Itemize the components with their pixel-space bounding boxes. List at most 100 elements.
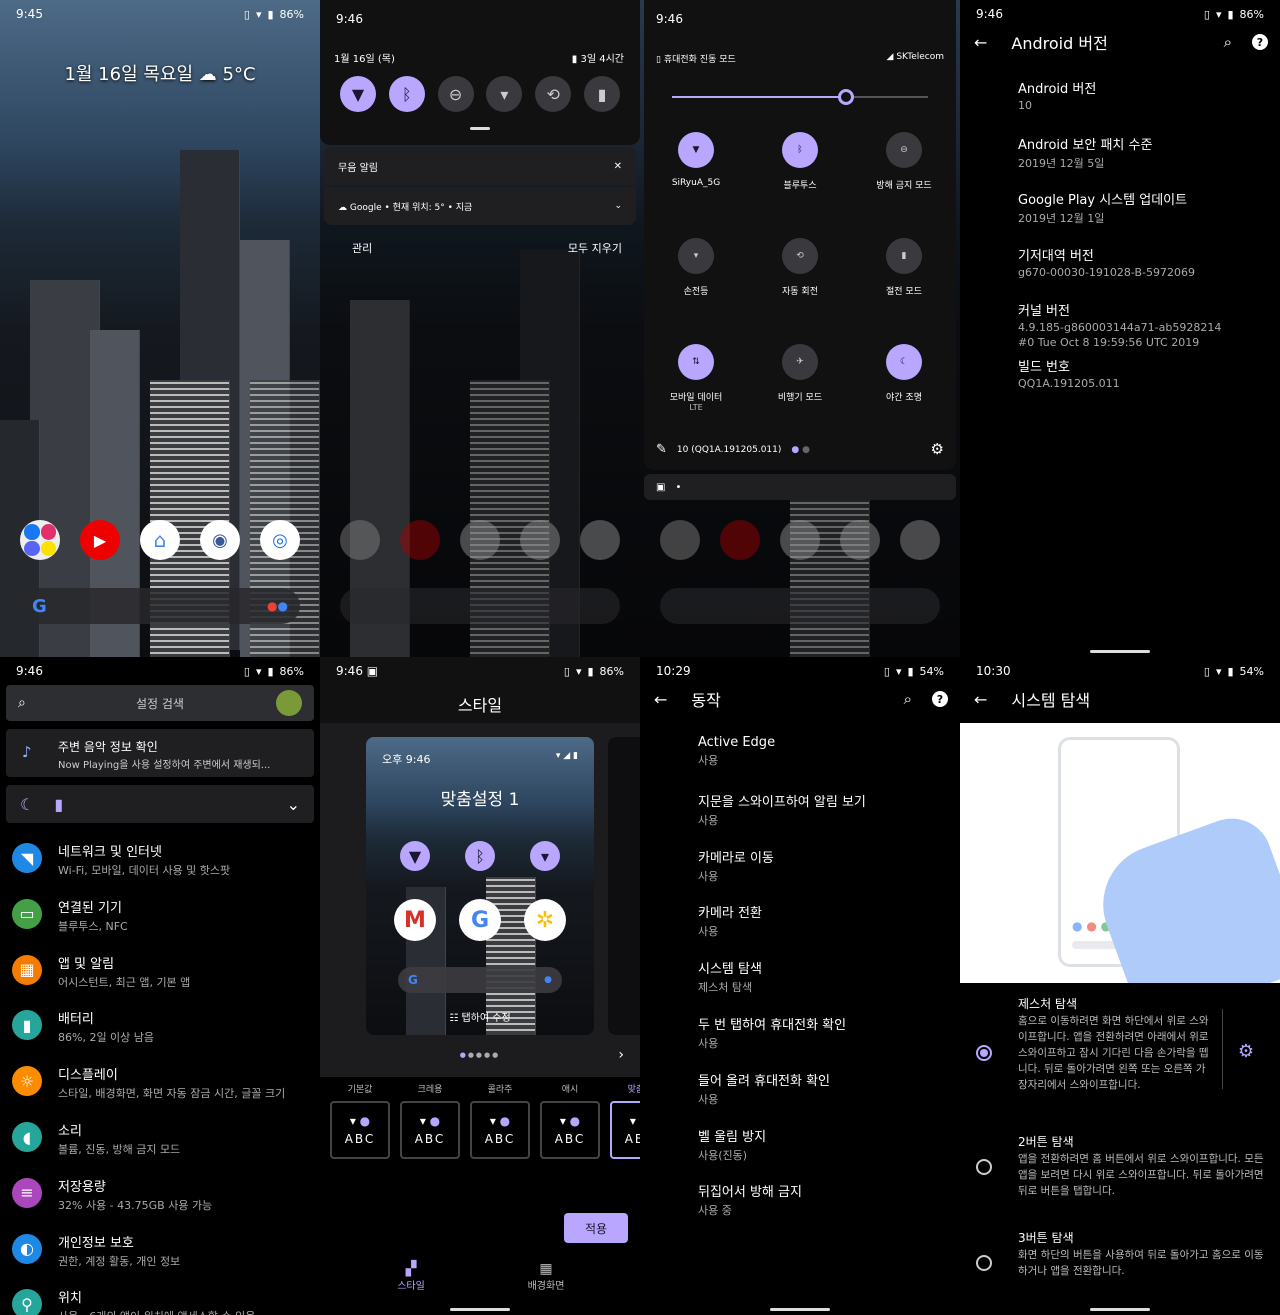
settings-item[interactable]: ▮ 배터리 86%, 2일 이상 남음 (0, 1008, 320, 1058)
settings-item[interactable]: ⚲위치사용 - 6개의 앱이 위치에 액세스할 수 있음 (0, 1287, 320, 1315)
brightness-slider[interactable] (672, 89, 928, 105)
style-option[interactable]: 기본값 ▾ ● ABC (330, 1081, 390, 1159)
assistant-icon[interactable]: ●● (267, 599, 288, 613)
settings-search-bar[interactable]: ⌕ 설정 검색 (6, 685, 314, 721)
youtube-music-icon[interactable]: ▶ (80, 520, 120, 560)
mode-chips-card[interactable]: ☾ ▮ ⌄ (6, 785, 314, 823)
style-option[interactable]: 애시 ▾ ● ABC (540, 1081, 600, 1159)
version-item[interactable]: 빌드 번호 QQ1A.191205.011 (960, 356, 1280, 390)
back-arrow-icon[interactable]: ← (974, 690, 987, 709)
next-preview-card[interactable] (608, 737, 640, 1035)
drag-handle[interactable] (470, 127, 490, 130)
google-search-bar[interactable]: G ●● (20, 588, 300, 624)
navigation-option[interactable]: 3버튼 탐색 화면 하단의 버튼을 사용하여 뒤로 돌아가고 홈으로 이동하거나 … (960, 1229, 1280, 1279)
wifi-tile[interactable]: ▼ (340, 76, 376, 112)
notif-dock (340, 520, 620, 560)
quick-tile[interactable]: ᛒ 블루투스 (748, 132, 852, 208)
dnd-tile[interactable]: ⊖ (437, 76, 474, 112)
quick-tile[interactable]: ▼ SiRyuA_5G (644, 132, 748, 208)
version-item[interactable]: Android 보안 패치 수준 2019년 12월 5일 (960, 134, 1280, 171)
gesture-item[interactable]: 시스템 탐색 제스처 탐색 (640, 958, 960, 995)
version-item[interactable]: Google Play 시스템 업데이트 2019년 12월 1일 (960, 189, 1280, 226)
chevron-right-icon[interactable]: › (618, 1047, 624, 1063)
quick-tile[interactable]: ⟲ 자동 회전 (748, 238, 852, 314)
help-icon[interactable]: ? (932, 691, 948, 707)
gesture-item[interactable]: Active Edge 사용 (640, 735, 960, 768)
radio-button[interactable] (976, 1159, 992, 1175)
quick-tile[interactable]: ✈ 비행기 모드 (748, 344, 852, 420)
gear-icon[interactable]: ⚙ (931, 440, 944, 458)
gear-icon[interactable]: ⚙ (1238, 1041, 1254, 1062)
search-icon[interactable]: ⌕ (1224, 33, 1232, 51)
night-mode-icon[interactable]: ☾ (20, 795, 34, 814)
close-icon[interactable]: ✕ (614, 161, 622, 172)
gesture-bar[interactable] (450, 1308, 510, 1311)
vibrate-icon[interactable]: ▮ (54, 795, 63, 814)
edit-icon[interactable]: ✎ (656, 442, 667, 457)
navigation-option[interactable]: 2버튼 탐색 앱을 전환하려면 홈 버튼에서 위로 스와이프합니다. 모든 앱을 … (960, 1133, 1280, 1199)
rotate-tile[interactable]: ⟲ (535, 76, 572, 112)
gesture-item[interactable]: 카메라 전환 사용 (640, 902, 960, 939)
gesture-item[interactable]: 벨 울림 방지 사용(진동) (640, 1126, 960, 1163)
version-item[interactable]: 기저대역 버전 g670-00030-191028-B-5972069 (960, 245, 1280, 279)
folder-social[interactable] (20, 520, 60, 560)
settings-item[interactable]: ◥ 네트워크 및 인터넷 Wi-Fi, 모바일, 데이터 사용 및 핫스팟 (0, 841, 320, 891)
gesture-item[interactable]: 두 번 탭하여 휴대전화 확인 사용 (640, 1014, 960, 1051)
tab-style[interactable]: ▞ 스타일 (396, 1261, 426, 1292)
style-option[interactable]: 콜라주 ▾ ● ABC (470, 1081, 530, 1159)
quick-tile[interactable]: ☾ 야간 조명 (852, 344, 956, 420)
gesture-item[interactable]: 카메라로 이동 사용 (640, 847, 960, 884)
camera-icon[interactable]: ◎ (260, 520, 300, 560)
media-notification[interactable]: ▣ • (644, 474, 956, 500)
version-item[interactable]: Android 버전 10 (960, 78, 1280, 112)
weather-notification[interactable]: ☁ Google • 현재 위치: 5° • 지금 ⌄ (324, 187, 636, 225)
gesture-bar[interactable] (1090, 650, 1150, 653)
search-icon[interactable]: ⌕ (904, 690, 912, 708)
tab-wallpaper[interactable]: ▦ 배경화면 (526, 1261, 566, 1292)
date-weather-widget[interactable]: 1월 16일 목요일 ☁ 5°C (0, 60, 320, 86)
gesture-item[interactable]: 뒤집어서 방해 금지 사용 중 (640, 1181, 960, 1218)
clear-all-button[interactable]: 모두 지우기 (568, 240, 622, 256)
radio-button[interactable] (976, 1045, 992, 1061)
style-preview-card[interactable]: 오후 9:46 ▾ ◢ ▮ 맞춤설정 1 ▼ ᛒ ▾ M G ✲ G ● ☷ 탭하여 … (366, 737, 594, 1035)
settings-item[interactable]: ◐ 개인정보 보호 권한, 계정 활동, 개인 정보 (0, 1232, 320, 1282)
gesture-item[interactable]: 들어 올려 휴대전화 확인 사용 (640, 1070, 960, 1107)
system-navigation-panel: 10:30 ▯ ▾ ▮ 54% ← 시스템 탐색 ● ● ● 제스처 탐색 홈으로 이동하… (960, 657, 1280, 1315)
now-playing-card[interactable]: ♪ 주변 음악 정보 확인 Now Playing을 사용 설정하여 주변에서 … (6, 729, 314, 777)
navigation-option[interactable]: 제스처 탐색 홈으로 이동하려면 화면 하단에서 위로 스와이프합니다. 앱을 전… (960, 995, 1222, 1093)
version-item[interactable]: 커널 버전 4.9.185-g860003144a71-ab5928214 #0 T… (960, 300, 1280, 349)
dnd-icon: ⊖ (448, 84, 463, 104)
quick-tile[interactable]: ▾ 손전등 (644, 238, 748, 314)
quick-tile[interactable]: ⇅ 모바일 데이터 LTE (644, 344, 748, 420)
quick-tile[interactable]: ⊖ 방해 금지 모드 (852, 132, 956, 208)
bluetooth-tile[interactable]: ᛒ (388, 76, 425, 112)
style-option[interactable]: 크레용 ▾ ● ABC (400, 1081, 460, 1159)
chevron-down-icon[interactable]: ⌄ (287, 795, 300, 814)
settings-item[interactable]: ▭ 연결된 기기 블루투스, NFC (0, 897, 320, 947)
back-arrow-icon[interactable]: ← (654, 690, 667, 709)
apply-button[interactable]: 적용 (564, 1213, 628, 1243)
brightness-thumb[interactable] (838, 89, 855, 105)
help-icon[interactable]: ? (1252, 34, 1268, 50)
radio-button[interactable] (976, 1255, 992, 1271)
style-option[interactable]: 맞춤설▾ ●ABC (610, 1081, 640, 1159)
gesture-item[interactable]: 지문을 스와이프하여 알림 보기 사용 (640, 791, 960, 828)
status-bar: 10:30 ▯ ▾ ▮ 54% (976, 664, 1264, 678)
manage-button[interactable]: 관리 (352, 240, 372, 256)
gesture-bar[interactable] (770, 1308, 830, 1311)
gesture-bar[interactable] (1090, 1308, 1150, 1311)
back-arrow-icon[interactable]: ← (974, 33, 987, 52)
chevron-down-icon[interactable]: ⌄ (614, 201, 622, 211)
settings-item[interactable]: ≡ 저장용량 32% 사용 - 43.75GB 사용 가능 (0, 1176, 320, 1226)
settings-item[interactable]: ☼ 디스플레이 스타일, 배경화면, 화면 자동 잠금 시간, 글꼴 크기 (0, 1064, 320, 1114)
tap-to-edit[interactable]: ☷ 탭하여 수정 (366, 1009, 594, 1024)
google-home-icon[interactable]: ⌂ (140, 520, 180, 560)
messages-icon[interactable]: ◉ (200, 520, 240, 560)
quick-tile[interactable]: ▮ 절전 모드 (852, 238, 956, 314)
flashlight-tile[interactable]: ▾ (486, 76, 523, 112)
settings-item[interactable]: ◖ 소리 볼륨, 진동, 방해 금지 모드 (0, 1120, 320, 1170)
settings-item[interactable]: ▦ 앱 및 알림 어시스턴트, 최근 앱, 기본 앱 (0, 953, 320, 1003)
qs-expanded: 9:46 ▯ 휴대전화 진동 모드 ◢ SKTelecom ▼ SiRyuA_5G… (644, 0, 956, 470)
avatar[interactable] (276, 690, 302, 716)
battery-saver-tile[interactable]: ▮ (583, 76, 620, 112)
